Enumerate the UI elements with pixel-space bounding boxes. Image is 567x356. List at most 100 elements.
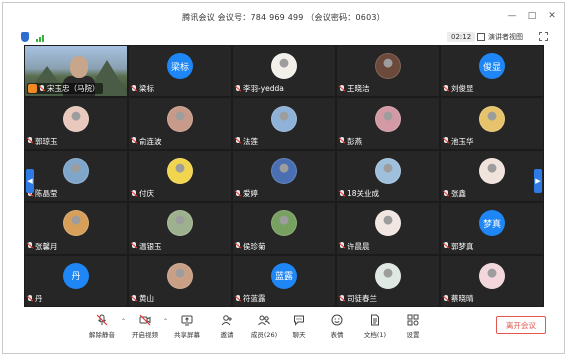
participant-name: 池玉华 [451,136,474,146]
participant-tile[interactable]: 蔡晓晴 [441,255,543,306]
members-label: 成员(26) [250,331,278,339]
participant-tile[interactable]: 陈晶莹 [25,150,127,202]
mic-muted-icon [339,294,345,303]
unmute-label: 解除静音 [89,331,115,339]
participant-tile[interactable]: 梦真 郭梦真 [441,203,543,254]
participant-tile[interactable]: 彭燕 [337,98,439,149]
participant-tile[interactable]: 许晨晨 [337,203,439,254]
participant-avatar: 丹 [63,262,89,289]
chat-icon [293,314,305,326]
participant-name-tag: 郭琼玉 [27,136,58,147]
mic-muted-icon [235,242,241,250]
participant-tile[interactable]: 侯珍菊 [233,203,335,254]
participant-tile[interactable]: 司徒春兰 [337,255,439,306]
video-options-chevron-icon[interactable]: ⌃ [163,318,168,325]
settings-icon [407,314,419,326]
start-video-button[interactable]: 开启视频 [129,314,161,339]
participant-avatar-image [271,210,297,237]
mic-muted-icon [339,84,345,93]
participant-name-tag: 池玉华 [443,136,474,147]
settings-label: 设置 [406,331,420,339]
mic-muted-icon [27,242,33,250]
participant-name: 陈晶莹 [35,189,58,199]
mic-muted-icon [96,314,108,326]
chat-button[interactable]: 聊天 [283,314,315,339]
participant-name-tag: 李羽-yedda [235,83,284,94]
share-screen-icon [181,314,193,326]
speaker-view-button[interactable]: 演讲者视图 [474,31,526,43]
participant-name: 司徒春兰 [347,294,377,303]
participant-tile[interactable]: 张馨月 [25,203,127,254]
participant-avatar-image [167,157,193,184]
participant-tile[interactable]: 张鑫 [441,150,543,202]
mic-muted-icon [27,294,33,303]
security-shield-icon[interactable] [21,32,29,42]
participant-name: 俞连波 [139,136,162,146]
participant-avatar-image [63,105,89,132]
participant-tile[interactable]: 蓝露 符蓝露 [233,255,335,306]
host-badge-icon [28,84,37,94]
mic-muted-icon [443,242,449,250]
participant-name-tag: 许晨晨 [339,241,370,252]
network-signal-icon[interactable] [36,34,44,42]
participant-name: 彭燕 [347,136,362,146]
participant-name: 梁标 [139,84,154,94]
participant-name: 郭琼玉 [35,136,58,146]
leave-meeting-button[interactable]: 离开会议 [496,316,546,334]
grid-view-icon [477,33,485,41]
audio-options-chevron-icon[interactable]: ⌃ [121,318,126,325]
mic-muted-icon [339,242,345,250]
emoji-button[interactable]: 表情 [321,314,353,339]
mic-muted-icon [131,189,137,198]
unmute-button[interactable]: 解除静音 [86,314,118,339]
participant-avatar-image [479,105,505,132]
participant-avatar-image [375,53,401,80]
fullscreen-icon[interactable] [539,32,548,41]
document-label: 文档(1) [363,331,387,339]
mic-muted-icon [443,294,449,303]
close-icon[interactable]: ✕ [546,10,558,22]
document-button[interactable]: 文档(1) [359,314,391,339]
participant-tile[interactable]: 温银玉 [129,203,231,254]
participant-name-tag: 付庆 [131,188,154,199]
participant-tile[interactable]: 池玉华 [441,98,543,149]
next-page-arrow[interactable]: ▶ [534,169,542,193]
mic-muted-icon [235,84,241,93]
participant-tile[interactable]: 黄山 [129,255,231,306]
participant-avatar-image [167,210,193,237]
members-button[interactable]: 成员(26) [248,314,280,339]
participant-tile[interactable]: 李羽-yedda [233,46,335,97]
minimize-icon[interactable]: — [506,10,518,22]
participant-name-tag: 宋玉忠（马院） [27,83,103,95]
emoji-icon [331,314,343,326]
share-screen-button[interactable]: 共享屏幕 [171,314,203,339]
participant-tile[interactable]: 宋玉忠（马院） [25,46,127,97]
participant-name: 蔡晓晴 [451,294,474,303]
mic-muted-icon [27,137,33,145]
participant-name: 张鑫 [451,189,466,199]
participant-tile[interactable]: 法莲 [233,98,335,149]
participant-avatar-image [375,157,401,184]
participant-gallery: 宋玉忠（马院） 梁标 梁标 李羽-yedda 王晓洁 俊显 刘俊显 郭琼玉 俞连波 法莲 彭燕 池玉… [24,45,544,307]
participant-tile[interactable]: 付庆 [129,150,231,202]
mic-muted-icon [131,294,137,303]
start-video-label: 开启视频 [132,331,158,339]
participant-tile[interactable]: 丹丹 [25,255,127,306]
participant-name-tag: 蔡晓晴 [443,293,474,304]
settings-button[interactable]: 设置 [397,314,429,339]
invite-button[interactable]: 邀请 [211,314,243,339]
maximize-icon[interactable]: □ [526,10,538,22]
participant-tile[interactable]: 王晓洁 [337,46,439,97]
participant-tile[interactable]: 爱婷 [233,150,335,202]
participant-tile[interactable]: 郭琼玉 [25,98,127,149]
previous-page-arrow[interactable]: ◀ [26,169,34,193]
participant-tile[interactable]: 梁标 梁标 [129,46,231,97]
participant-tile[interactable]: 俞连波 [129,98,231,149]
meeting-window: 腾讯会议 会议号：784 969 499 （会议密码：0603） — □ ✕ 0… [2,2,565,354]
participant-name: 张馨月 [35,241,58,251]
participant-tile[interactable]: 18关业成 [337,150,439,202]
participant-name-tag: 刘俊显 [443,83,474,94]
participant-tile[interactable]: 俊显 刘俊显 [441,46,543,97]
mic-muted-icon [443,189,449,198]
participant-avatar: 梁标 [167,53,193,80]
